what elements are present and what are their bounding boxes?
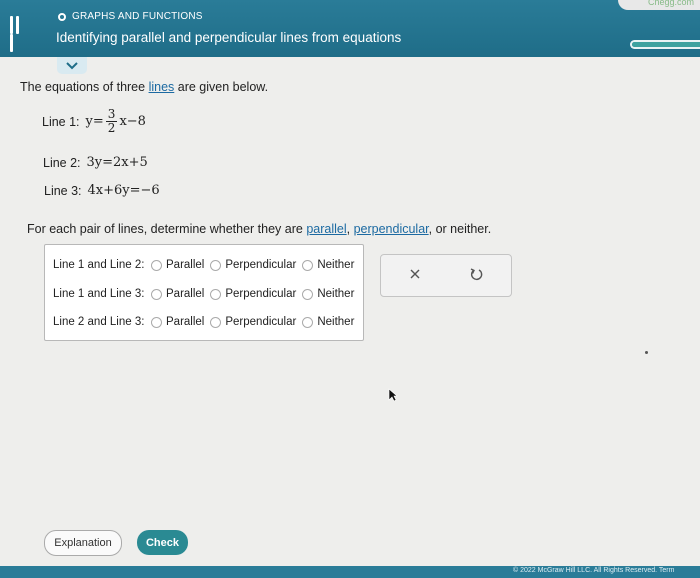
radio-button[interactable]: [151, 316, 162, 328]
header-bar: GRAPHS AND FUNCTIONS Identifying paralle…: [0, 0, 700, 57]
equation-math: 4x+6y=−6: [87, 183, 160, 198]
radio-button[interactable]: [210, 316, 222, 328]
neither-option[interactable]: Neither: [302, 288, 354, 300]
radio-button[interactable]: [151, 259, 162, 271]
pair-label: Line 1 and Line 3:: [53, 288, 145, 300]
option-label: Parallel: [166, 288, 205, 300]
section-label: GRAPHS AND FUNCTIONS: [72, 11, 203, 22]
equation-line-1: Line 1: y = 3 2 x−8: [42, 108, 146, 135]
prompt-separator: ,: [346, 222, 354, 236]
answer-row-1-3: Line 1 and Line 3: Parallel Perpendicula…: [53, 288, 360, 300]
equation-label: Line 1:: [42, 114, 80, 129]
parallel-option[interactable]: Parallel: [151, 288, 204, 300]
answer-box: Line 1 and Line 2: Parallel Perpendicula…: [44, 244, 364, 341]
equation-math: 3y=2x+5: [86, 155, 148, 170]
clear-x-icon[interactable]: [407, 266, 423, 282]
option-label: Perpendicular: [225, 316, 297, 328]
fraction-denominator: 2: [107, 121, 116, 135]
option-label: Neither: [317, 288, 355, 300]
perpendicular-option[interactable]: Perpendicular: [210, 288, 296, 300]
equation-label: Line 3:: [44, 183, 82, 198]
perpendicular-option[interactable]: Perpendicular: [210, 316, 296, 328]
option-label: Neither: [317, 259, 355, 271]
mouse-cursor-icon: [388, 388, 398, 402]
option-label: Parallel: [166, 316, 205, 328]
prompt-end: , or neither.: [428, 222, 492, 236]
radio-button[interactable]: [302, 288, 314, 300]
option-label: Neither: [317, 316, 355, 328]
radio-button[interactable]: [210, 288, 222, 300]
perpendicular-link[interactable]: perpendicular: [354, 222, 429, 236]
parallel-link[interactable]: parallel: [306, 222, 346, 236]
section-label-row: GRAPHS AND FUNCTIONS: [58, 11, 203, 22]
parallel-option[interactable]: Parallel: [151, 316, 204, 328]
pair-label: Line 1 and Line 2:: [53, 259, 145, 271]
equation-line-2: Line 2: 3y=2x+5: [43, 155, 148, 170]
progress-bar: [630, 40, 700, 49]
site-badge: Chegg.com: [618, 0, 700, 10]
decorative-dot: [645, 351, 648, 354]
lines-link[interactable]: lines: [149, 80, 175, 94]
intro-text-start: The equations of three: [20, 80, 149, 94]
check-button[interactable]: Check: [137, 530, 188, 555]
option-label: Perpendicular: [225, 259, 297, 271]
progress-fill: [632, 42, 700, 47]
radio-button[interactable]: [302, 316, 314, 328]
menu-icon[interactable]: [10, 16, 26, 52]
pair-label: Line 2 and Line 3:: [53, 316, 145, 328]
neither-option[interactable]: Neither: [302, 259, 354, 271]
copyright-text: © 2022 McGraw Hill LLC. All Rights Reser…: [513, 567, 675, 574]
answer-tools-panel: [380, 254, 512, 297]
radio-button[interactable]: [210, 259, 222, 271]
intro-text: The equations of three lines are given b…: [20, 80, 268, 94]
circle-icon: [58, 12, 66, 21]
answer-row-1-2: Line 1 and Line 2: Parallel Perpendicula…: [53, 259, 360, 271]
equation-equals: =: [92, 114, 104, 129]
question-prompt: For each pair of lines, determine whethe…: [27, 222, 491, 236]
equation-line-3: Line 3: 4x+6y=−6: [44, 183, 160, 198]
radio-button[interactable]: [302, 259, 314, 271]
equation-tail: x−8: [119, 114, 146, 129]
chevron-down-icon: [66, 61, 78, 69]
topic-title: Identifying parallel and perpendicular l…: [56, 30, 402, 45]
undo-icon[interactable]: [468, 266, 484, 282]
equation-lhs: y: [85, 114, 93, 129]
prompt-start: For each pair of lines, determine whethe…: [27, 222, 307, 236]
fraction: 3 2: [105, 107, 118, 135]
footer-bar: © 2022 McGraw Hill LLC. All Rights Reser…: [0, 566, 700, 578]
collapse-toggle[interactable]: [57, 57, 87, 74]
equation-label: Line 2:: [43, 155, 81, 170]
fraction-numerator: 3: [105, 107, 118, 122]
perpendicular-option[interactable]: Perpendicular: [210, 259, 296, 271]
neither-option[interactable]: Neither: [302, 316, 354, 328]
option-label: Parallel: [166, 259, 205, 271]
intro-text-end: are given below.: [174, 80, 269, 94]
option-label: Perpendicular: [225, 288, 297, 300]
answer-row-2-3: Line 2 and Line 3: Parallel Perpendicula…: [53, 316, 360, 328]
explanation-button[interactable]: Explanation: [44, 530, 122, 556]
radio-button[interactable]: [151, 288, 162, 300]
parallel-option[interactable]: Parallel: [151, 259, 204, 271]
